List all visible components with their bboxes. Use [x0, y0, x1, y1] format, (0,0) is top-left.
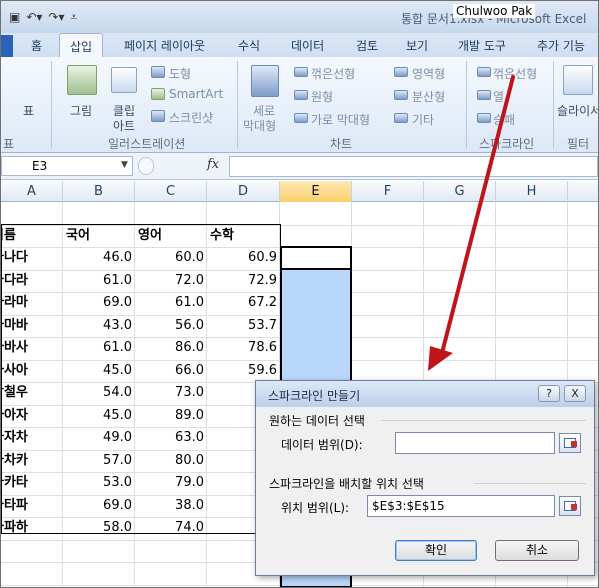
arrow-head	[428, 346, 453, 371]
arrow-shaft	[440, 75, 515, 355]
excel-window: ▣ ↶▾ ↷▾ ⩡ 통합 문서1.xlsx - Microsoft Excel …	[0, 0, 599, 588]
annotation-arrow	[428, 75, 515, 371]
